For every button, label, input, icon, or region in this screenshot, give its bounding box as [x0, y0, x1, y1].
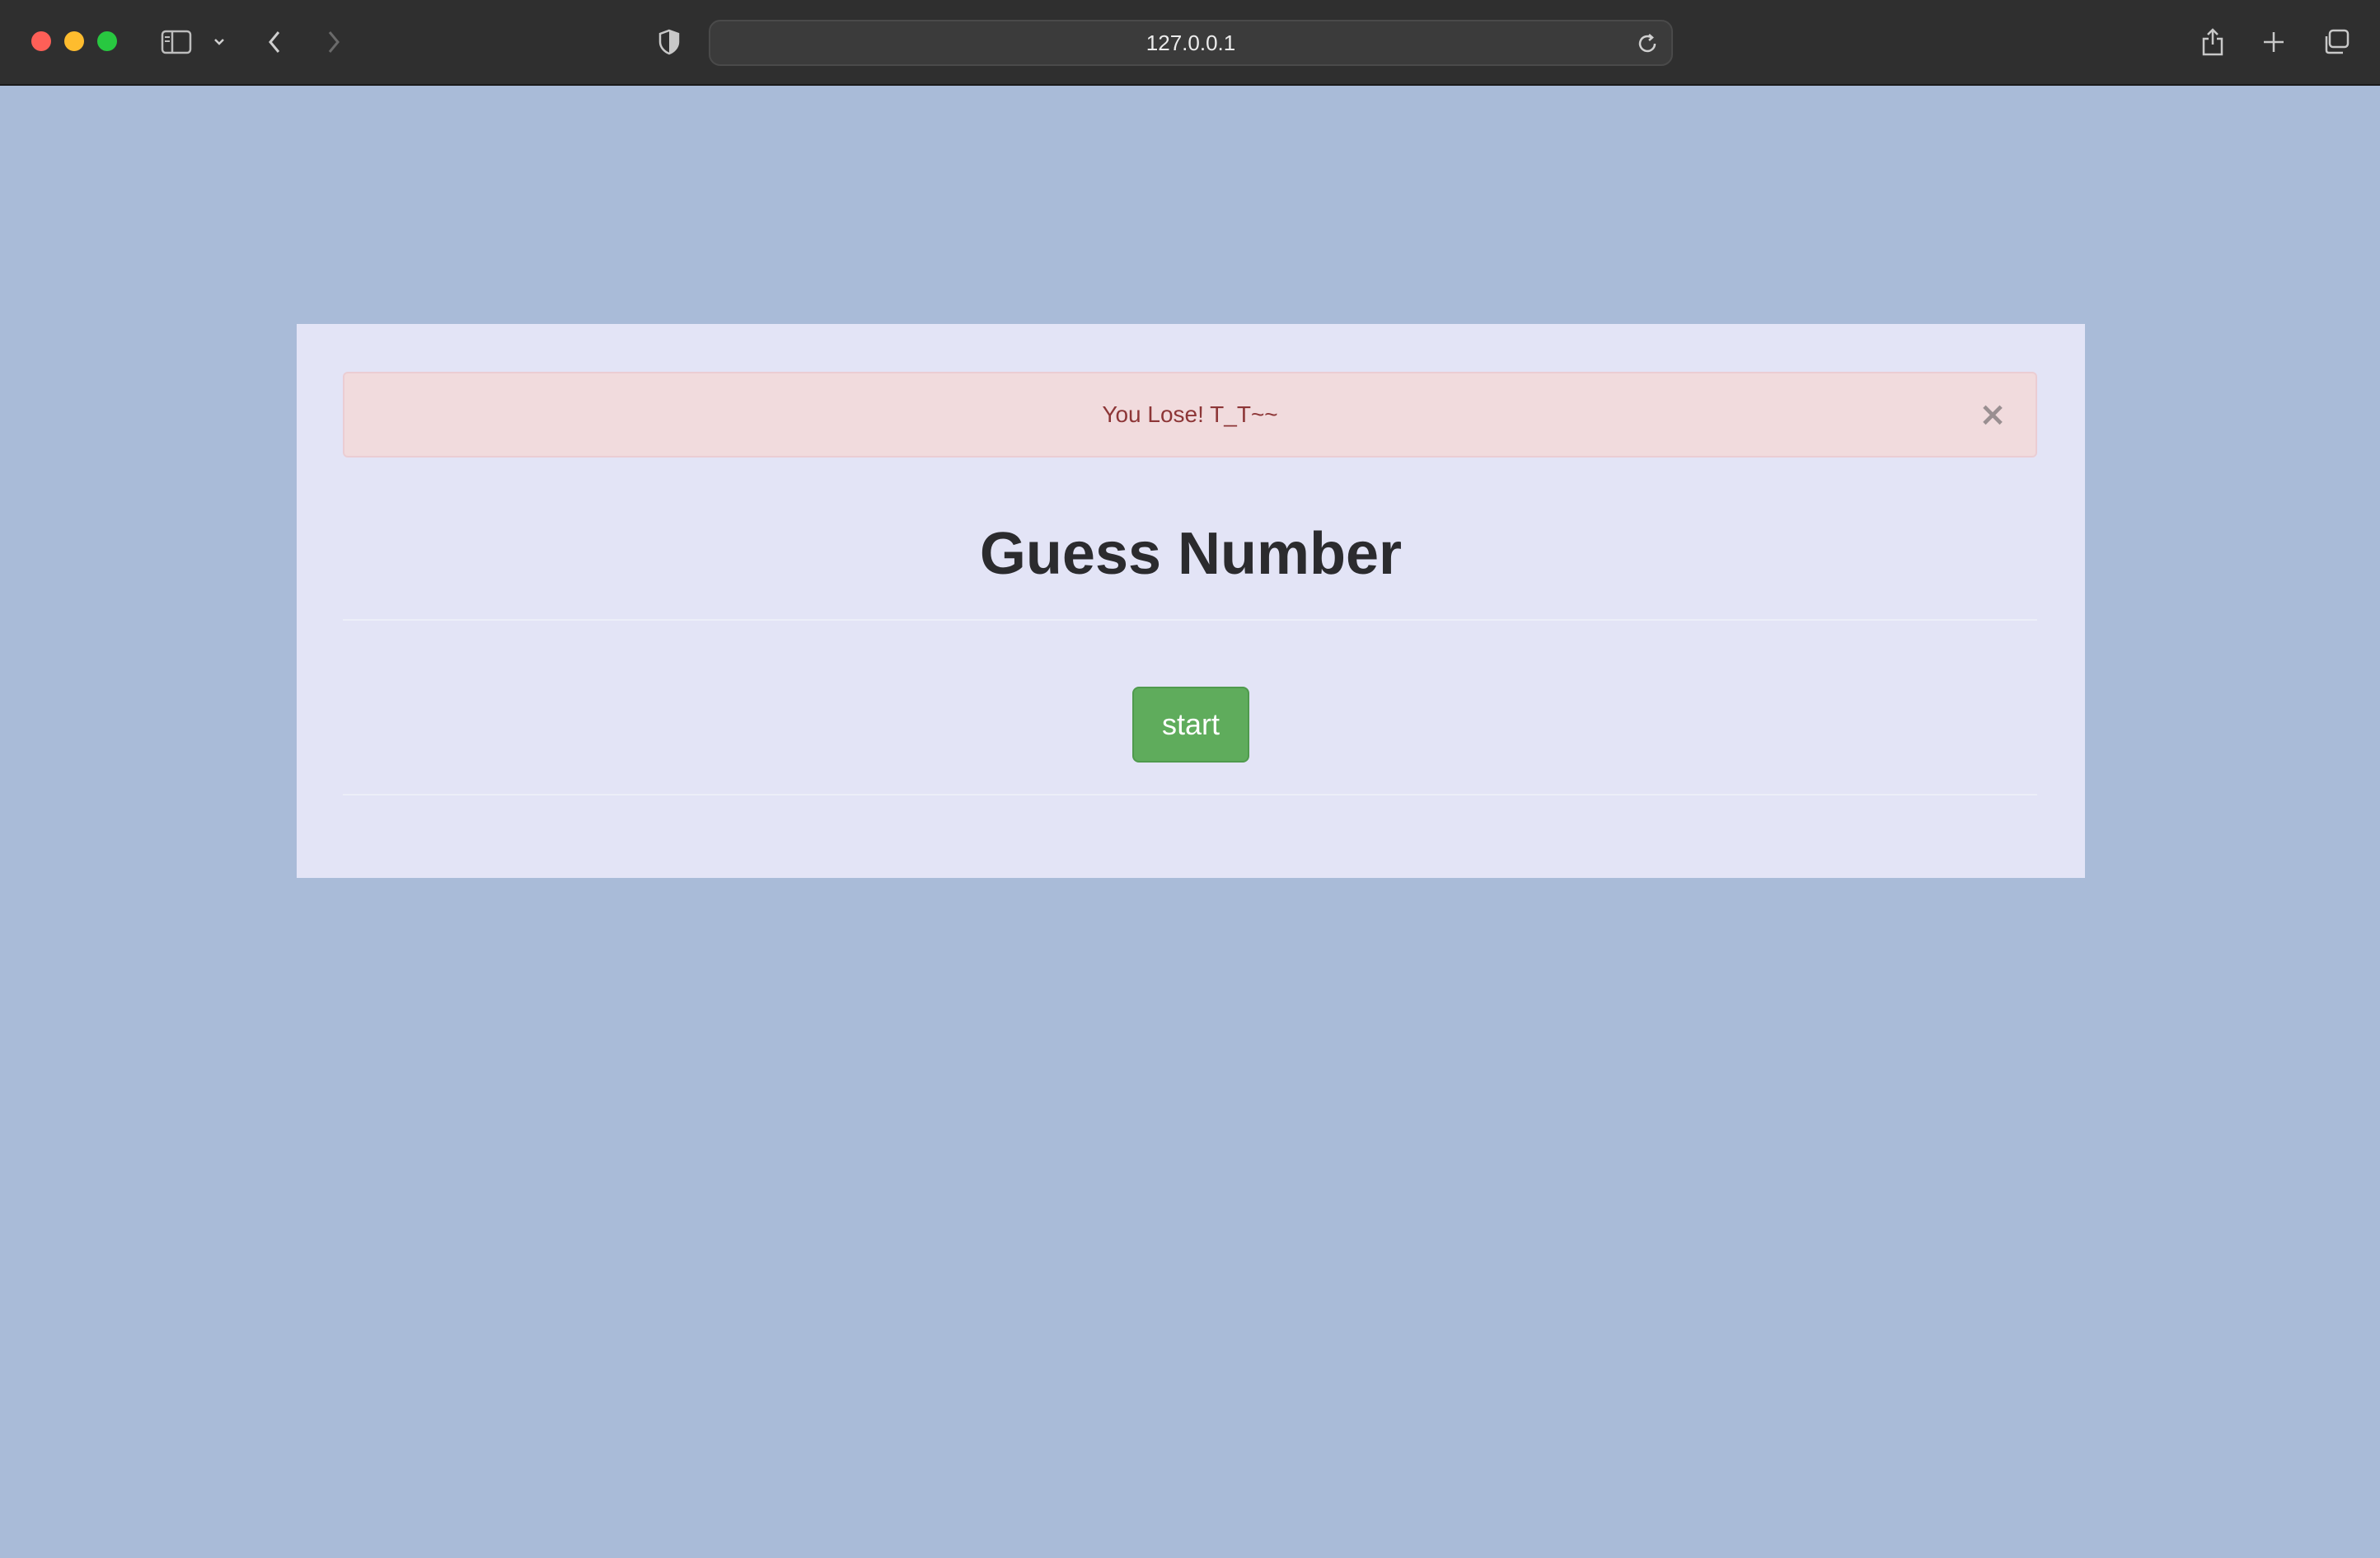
forward-icon[interactable]: [321, 25, 346, 59]
back-icon[interactable]: [262, 25, 287, 59]
shield-icon[interactable]: [656, 25, 682, 59]
game-panel: You Lose! T_T~~ × Guess Number start: [297, 324, 2085, 878]
address-text: 127.0.0.1: [1145, 30, 1236, 55]
chevron-down-icon[interactable]: [209, 25, 229, 59]
close-window-button[interactable]: [31, 31, 51, 51]
browser-toolbar: 127.0.0.1: [0, 0, 2380, 86]
reload-icon[interactable]: [1635, 31, 1660, 60]
share-icon[interactable]: [2199, 25, 2227, 59]
minimize-window-button[interactable]: [64, 31, 84, 51]
divider: [343, 794, 2037, 795]
lose-alert: You Lose! T_T~~ ×: [343, 372, 2037, 458]
plus-icon[interactable]: [2260, 25, 2288, 59]
page-title: Guess Number: [979, 521, 1403, 587]
divider: [343, 619, 2037, 621]
start-button[interactable]: start: [1132, 687, 1249, 763]
sidebar-icon[interactable]: [158, 25, 194, 59]
browser-window: 127.0.0.1 You Lose! T_T~~ × Guess Number…: [0, 0, 2380, 1558]
close-icon[interactable]: ×: [1976, 398, 2009, 431]
maximize-window-button[interactable]: [97, 31, 117, 51]
alert-message: You Lose! T_T~~: [1102, 401, 1278, 427]
address-bar[interactable]: 127.0.0.1: [709, 20, 1673, 66]
tabs-overview-icon[interactable]: [2321, 25, 2352, 59]
